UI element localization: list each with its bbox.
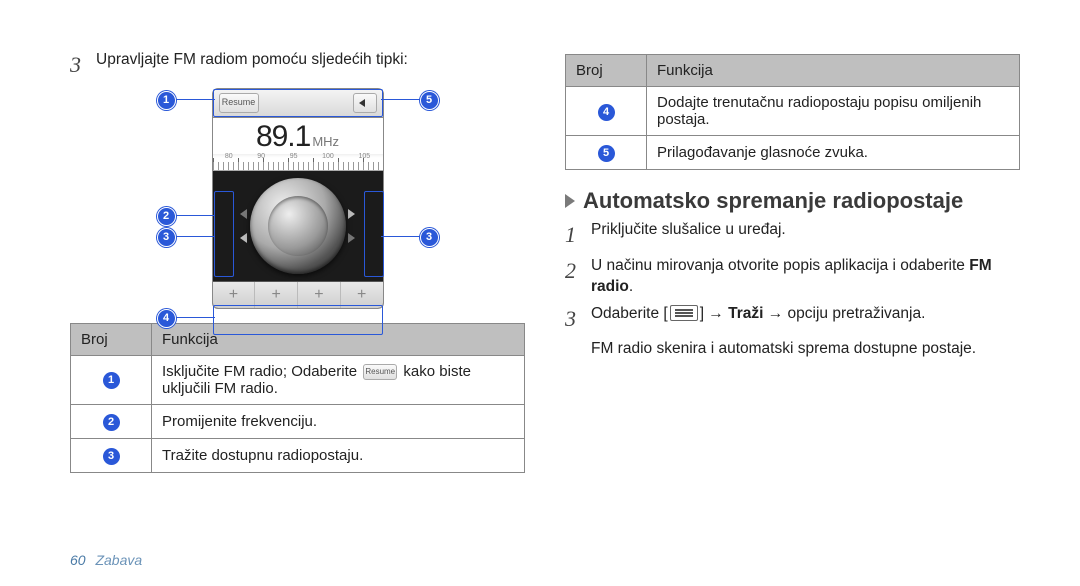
page-footer: 60 Zabava [70,552,142,568]
step-number: 2 [565,256,589,286]
volume-icon [353,93,377,113]
th-num: Broj [566,55,647,87]
function-table-right: Broj Funkcija 4 Dodajte trenutačnu radio… [565,54,1020,170]
step-2: 2 U načinu mirovanja otvorite popis apli… [565,256,1020,298]
step-3: 3 Odaberite [] → Traži → opciju pretraži… [565,304,1020,334]
step-text: Odaberite [] → Traži → opciju pretraživa… [591,304,1020,325]
callout-line [175,99,215,101]
row-badge: 5 [598,145,615,162]
step-3-sub: FM radio skenira i automatski sprema dos… [591,339,1020,360]
table-row: 4 Dodajte trenutačnu radiopostaju popisu… [566,87,1020,136]
section-name: Zabava [95,552,142,568]
preset-slot: + [255,282,298,308]
ruler-mark: 95 [290,153,298,171]
seek-right-icons [346,209,358,243]
frequency-display: 89.1MHz [213,118,383,154]
row-func: Tražite dostupnu radiopostaju. [152,438,525,472]
fm-radio-figure: Resume 89.1MHz 80 90 95 100 105 [183,88,413,309]
menu-key-icon [670,305,698,321]
row-badge: 1 [103,372,120,389]
callout-2: 2 [157,207,176,226]
callout-4: 4 [157,309,176,328]
callout-line [381,236,421,238]
page-number: 60 [70,552,86,568]
callout-3r: 3 [420,228,439,247]
section-title: Automatsko spremanje radiopostaje [583,188,963,214]
row-func: Isključite FM radio; Odaberite Resume ka… [152,355,525,404]
callout-line [175,236,215,238]
step-number: 3 [70,50,94,80]
step-number: 3 [565,304,589,334]
th-num: Broj [71,323,152,355]
step-number: 1 [565,220,589,250]
section-heading: Automatsko spremanje radiopostaje [565,188,1020,214]
ruler-mark: 105 [358,153,370,171]
step-text: U načinu mirovanja otvorite popis aplika… [591,256,1020,298]
callout-line [175,215,215,217]
row-func: Dodajte trenutačnu radiopostaju popisu o… [647,87,1020,136]
phone-screen: Resume 89.1MHz 80 90 95 100 105 [212,88,384,309]
frequency-ruler: 80 90 95 100 105 [213,154,383,171]
callout-5: 5 [420,91,439,110]
step-3-intro: 3 Upravljajte FM radiom pomoću sljedećih… [70,50,525,80]
table-row: 5 Prilagođavanje glasnoće zvuka. [566,136,1020,170]
preset-slot: + [298,282,341,308]
table-row: 3 Tražite dostupnu radiopostaju. [71,438,525,472]
table-row: 2 Promijenite frekvenciju. [71,404,525,438]
th-func: Funkcija [152,323,525,355]
callout-1: 1 [157,91,176,110]
table-row: 1 Isključite FM radio; Odaberite Resume … [71,355,525,404]
seek-left-icons [238,209,250,243]
ruler-mark: 100 [322,153,334,171]
row-badge: 4 [598,104,615,121]
frequency-value: 89.1 [256,120,310,153]
function-table-left: Broj Funkcija 1 Isključite FM radio; Oda… [70,323,525,473]
resume-icon-inline: Resume [363,364,397,380]
preset-slot: + [341,282,383,308]
resume-button: Resume [219,93,259,113]
step-1: 1 Priključite slušalice u uređaj. [565,220,1020,250]
frequency-unit: MHz [312,134,339,149]
dial-area [213,171,383,281]
row-func: Promijenite frekvenciju. [152,404,525,438]
step-text: Upravljajte FM radiom pomoću sljedećih t… [96,50,525,71]
ruler-mark: 80 [225,153,233,171]
row-func: Prilagođavanje glasnoće zvuka. [647,136,1020,170]
callout-3l: 3 [157,228,176,247]
ruler-mark: 90 [257,153,265,171]
chevron-right-icon [565,194,575,208]
callout-line [175,317,215,319]
step-text: Priključite slušalice u uređaj. [591,220,1020,241]
preset-row: + + + + [213,281,383,308]
tuning-dial [250,178,346,274]
phone-top-bar: Resume [213,89,383,118]
callout-line [381,99,421,101]
th-func: Funkcija [647,55,1020,87]
row-badge: 3 [103,448,120,465]
row-badge: 2 [103,414,120,431]
preset-slot: + [213,282,256,308]
